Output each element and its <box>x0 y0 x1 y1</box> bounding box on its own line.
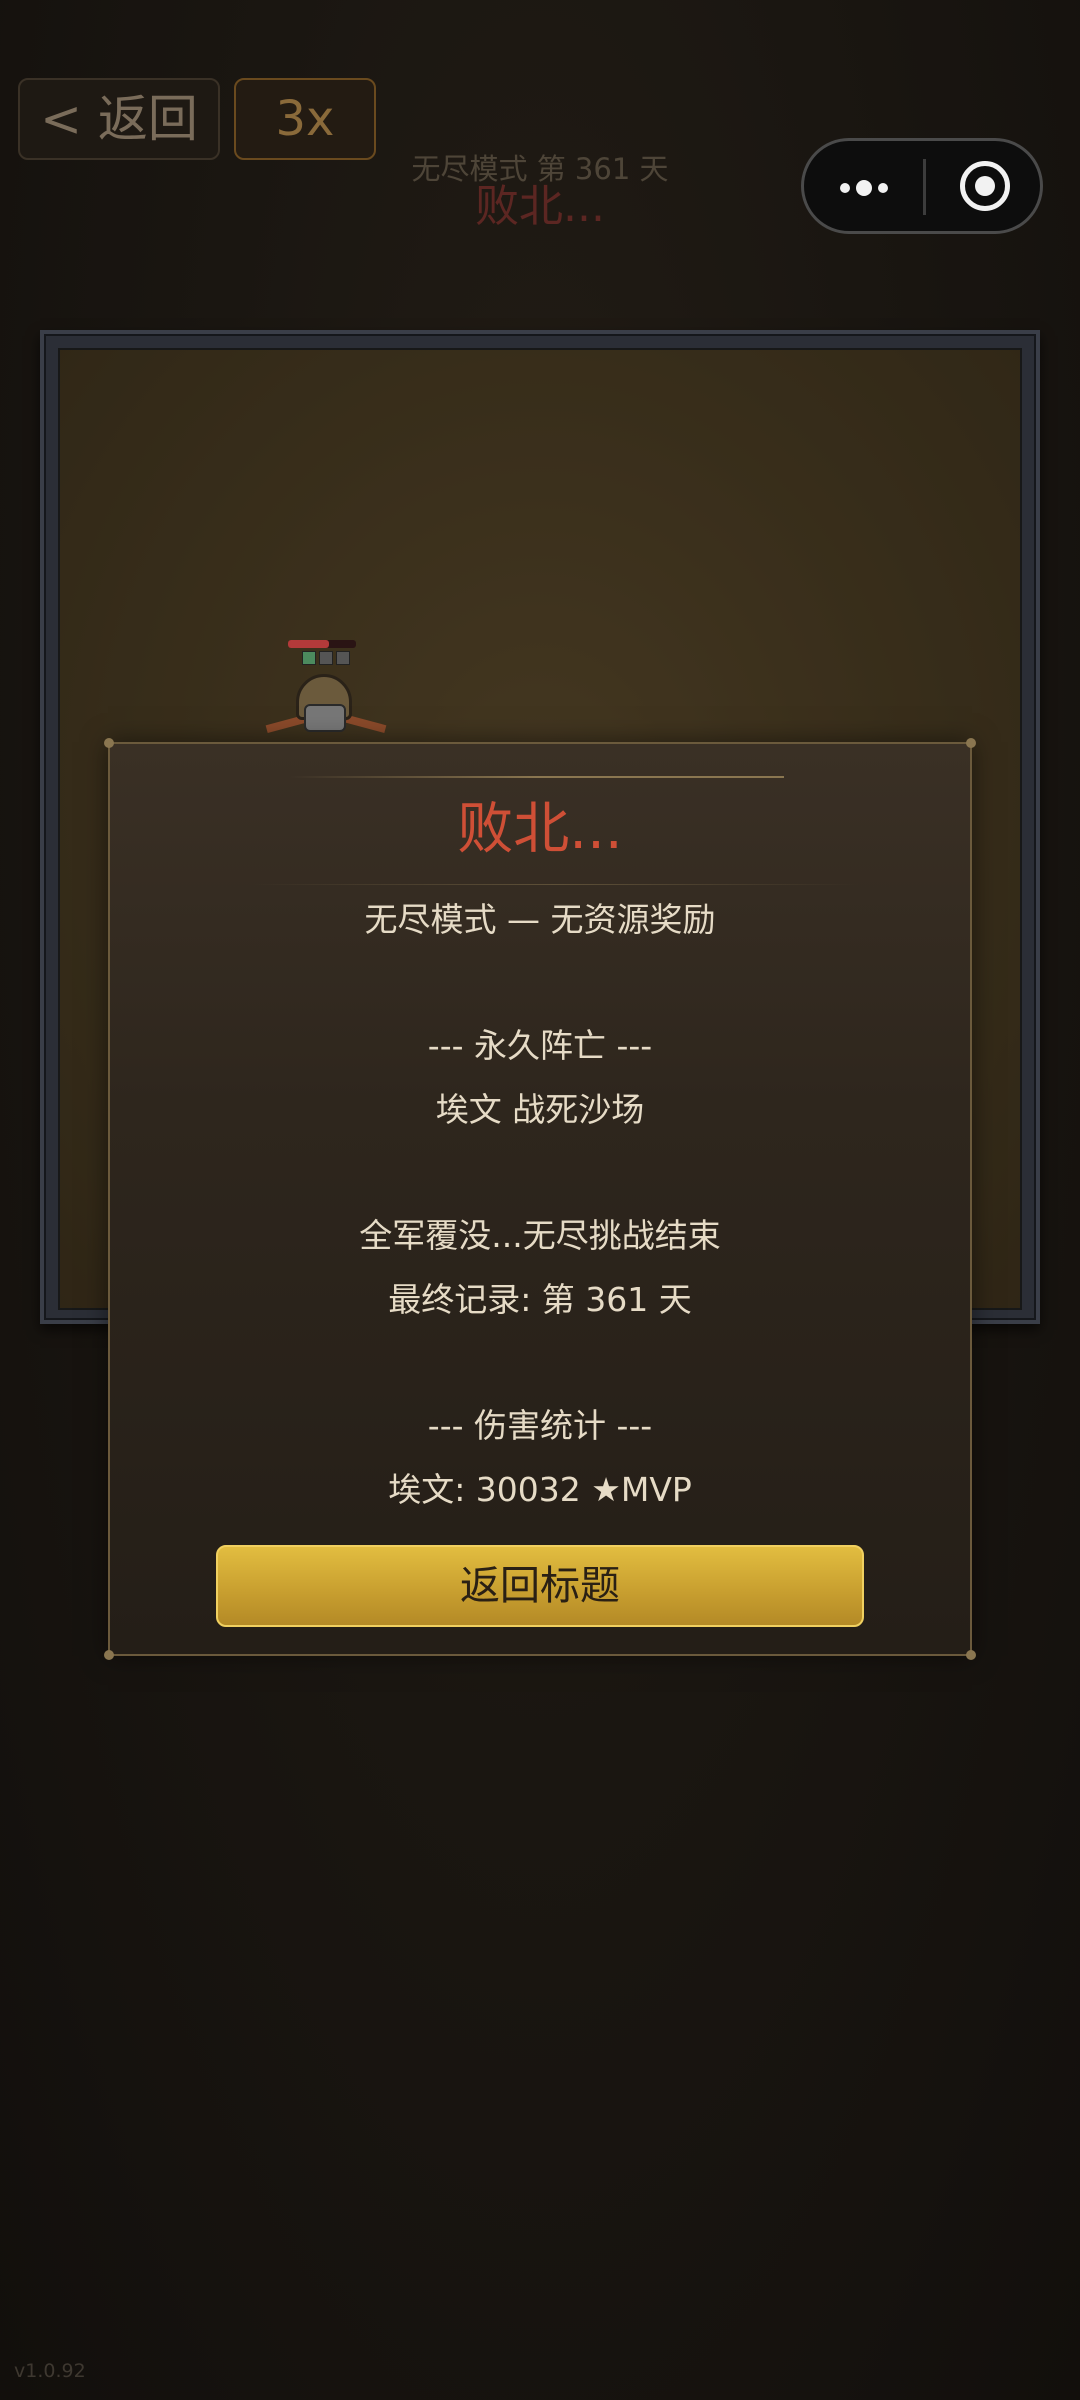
unit-skill-slots <box>302 650 353 669</box>
capsule-divider <box>923 159 926 215</box>
damage-stat-row: 埃文: 30032 ★MVP <box>388 1470 692 1509</box>
reward-line: 无尽模式 — 无资源奖励 <box>364 900 716 939</box>
unit-wing-right <box>345 714 387 734</box>
panel-top-divider <box>290 776 784 778</box>
unit-skill-slot <box>336 651 350 665</box>
status-label: 败北... <box>475 181 605 232</box>
more-options-icon[interactable] <box>836 169 896 209</box>
final-record-line: 最终记录: 第 361 天 <box>388 1280 692 1319</box>
title-divider <box>250 884 860 885</box>
miniprogram-capsule <box>801 138 1043 234</box>
version-label: v1.0.92 <box>14 2360 86 2382</box>
panel-corner-ornament <box>966 738 976 748</box>
defeat-title: 败北... <box>457 797 623 862</box>
damage-stats-header: --- 伤害统计 --- <box>427 1406 653 1445</box>
game-screen: < 返回 3x 无尽模式 第 361 天 败北... 败北... 无尽模式 — … <box>0 0 1080 2400</box>
panel-corner-ornament <box>104 738 114 748</box>
panel-corner-ornament <box>104 1650 114 1660</box>
unit-skill-slot <box>302 651 316 665</box>
wipeout-line: 全军覆没...无尽挑战结束 <box>359 1216 721 1255</box>
unit-health-fill <box>288 640 329 648</box>
back-button[interactable]: < 返回 <box>18 78 220 160</box>
unit-skill-slot <box>319 651 333 665</box>
fallen-unit-line: 埃文 战死沙场 <box>435 1090 645 1129</box>
return-to-title-button[interactable]: 返回标题 <box>216 1545 864 1627</box>
hero-unit <box>264 636 387 746</box>
fallen-header: --- 永久阵亡 --- <box>427 1026 653 1065</box>
close-miniprogram-icon[interactable] <box>960 161 1010 211</box>
unit-face-icon <box>304 704 346 732</box>
defeat-panel <box>108 742 972 1656</box>
unit-health-bar <box>288 640 356 648</box>
panel-corner-ornament <box>966 1650 976 1660</box>
